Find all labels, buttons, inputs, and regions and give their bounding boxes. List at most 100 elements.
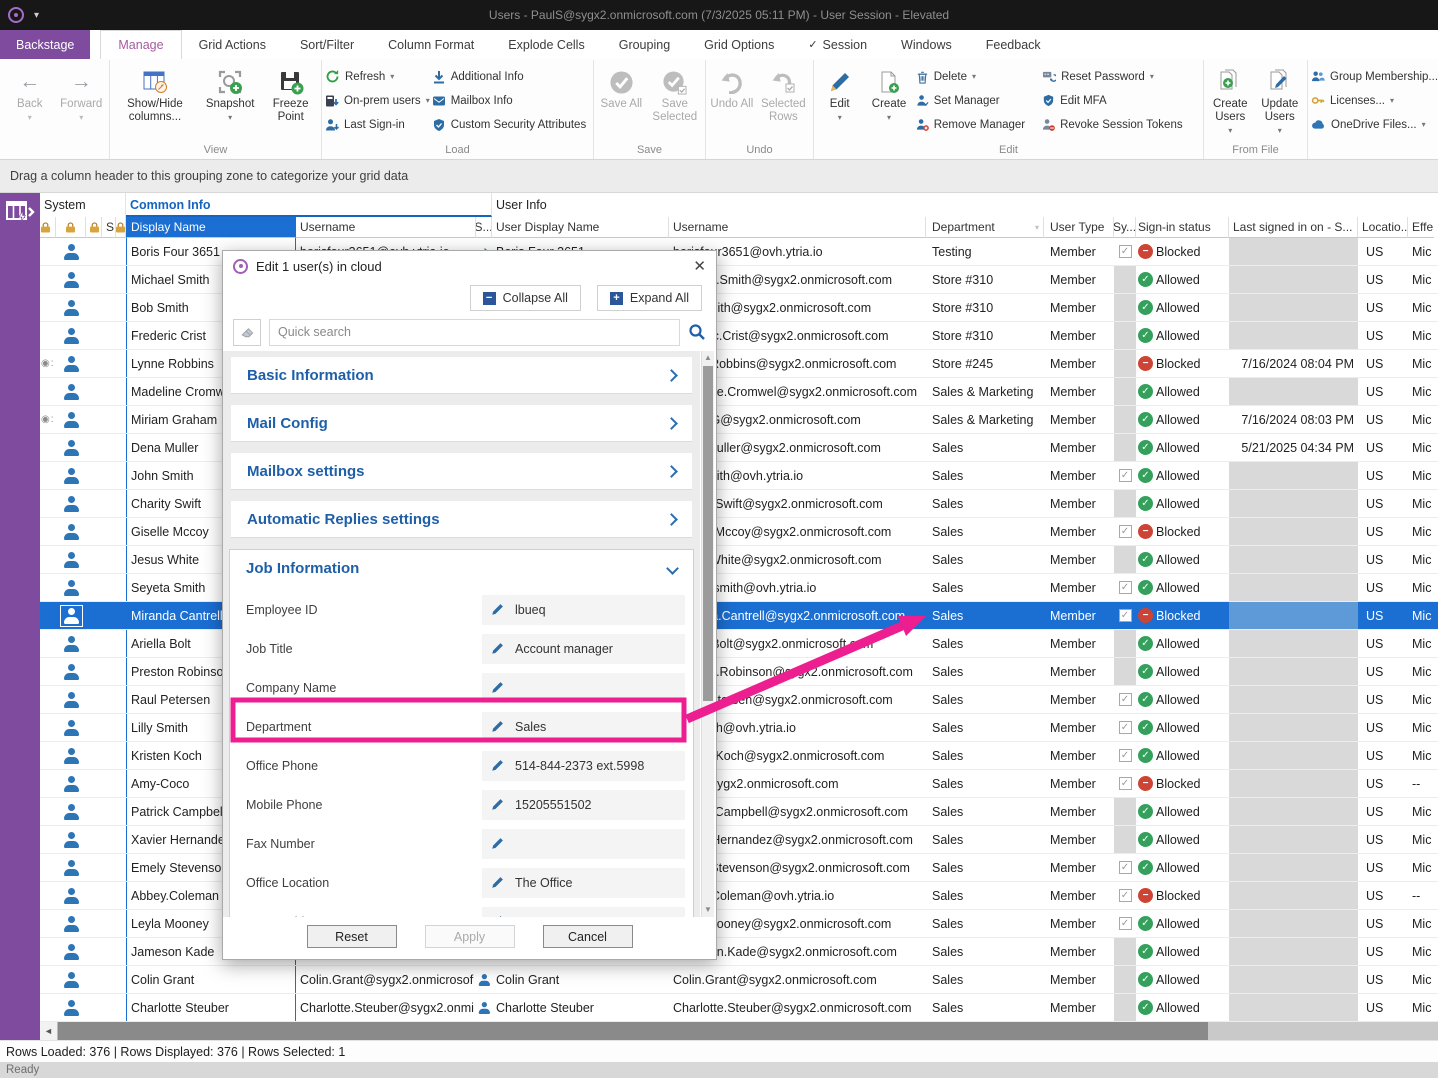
table-row[interactable]: Colin GrantColin.Grant@sygx2.onmicrosofC… — [40, 966, 1438, 994]
field-value-box[interactable]: The Office — [482, 868, 685, 898]
snapshot-button[interactable]: Snapshot ▾ — [199, 62, 261, 143]
onprem-users-button[interactable]: On-prem users ▾ — [325, 90, 430, 111]
column-header-signin-status[interactable]: Sign-in status — [1136, 217, 1229, 238]
tab-explode-cells[interactable]: Explode Cells — [491, 30, 601, 59]
update-users-button[interactable]: Update Users ▾ — [1256, 62, 1304, 143]
tab-grouping[interactable]: Grouping — [602, 30, 687, 59]
sync-checkbox[interactable]: ✓ — [1119, 777, 1132, 790]
column-header-s-truncated[interactable]: S... — [476, 217, 492, 238]
group-membership-button[interactable]: Group Membership... ▾ — [1311, 66, 1438, 87]
dialog-section-mail-config[interactable]: Mail Config — [231, 405, 692, 441]
dialog-scrollbar-thumb[interactable] — [703, 366, 713, 701]
sync-checkbox[interactable]: ✓ — [1119, 861, 1132, 874]
column-header-username2[interactable]: Username — [669, 217, 926, 238]
sync-checkbox[interactable]: ✓ — [1119, 917, 1132, 930]
mailbox-info-button[interactable]: Mailbox Info — [432, 90, 590, 111]
show-hide-columns-button[interactable]: Show/Hide columns... — [113, 62, 197, 143]
sync-checkbox[interactable]: ✓ — [1119, 721, 1132, 734]
last-signin-button[interactable]: Last Sign-in — [325, 114, 430, 135]
scroll-down-icon[interactable]: ▼ — [702, 903, 714, 917]
grouping-zone[interactable]: Drag a column header to this grouping zo… — [0, 160, 1438, 193]
back-button[interactable]: ← Back ▾ — [5, 62, 55, 143]
column-header-sync[interactable]: Sy... — [1114, 217, 1136, 238]
column-header-lock-2[interactable] — [56, 217, 86, 238]
sync-checkbox[interactable]: ✓ — [1119, 245, 1132, 258]
revoke-session-tokens-button[interactable]: Revoke Session Tokens — [1042, 114, 1200, 135]
clear-search-button[interactable] — [233, 319, 261, 346]
delete-button[interactable]: Delete ▾ — [916, 66, 1040, 87]
job-information-header[interactable]: Job Information — [230, 550, 693, 586]
column-header-s[interactable]: S — [102, 217, 116, 238]
additional-info-button[interactable]: Additional Info — [432, 66, 590, 87]
sync-checkbox[interactable]: ✓ — [1119, 581, 1132, 594]
sync-checkbox[interactable]: ✓ — [1119, 609, 1132, 622]
field-value-box[interactable]: lbueq — [482, 595, 685, 625]
quick-search-input[interactable] — [269, 319, 680, 346]
group-header-system[interactable]: System — [40, 193, 126, 217]
reset-button[interactable]: Reset — [307, 925, 397, 948]
quick-access-caret-icon[interactable]: ▾ — [34, 10, 39, 21]
undo-selected-rows-button[interactable]: Selected Rows — [757, 62, 810, 143]
sync-checkbox[interactable]: ✓ — [1119, 525, 1132, 538]
field-value-box[interactable]: Account manager — [482, 634, 685, 664]
reset-password-button[interactable]: Reset Password ▾ — [1042, 66, 1200, 87]
column-header-lock-4[interactable] — [116, 217, 126, 238]
tab-sort-filter[interactable]: Sort/Filter — [283, 30, 371, 59]
dialog-section-automatic-replies-settings[interactable]: Automatic Replies settings — [231, 501, 692, 537]
edit-button[interactable]: Edit ▾ — [817, 62, 862, 143]
undo-all-button[interactable]: Undo All — [709, 62, 755, 143]
refresh-button[interactable]: Refresh ▾ — [325, 66, 430, 87]
sync-checkbox[interactable]: ✓ — [1119, 469, 1132, 482]
tab-grid-options[interactable]: Grid Options — [687, 30, 791, 59]
onedrive-files-button[interactable]: OneDrive Files... ▾ — [1311, 114, 1438, 135]
sync-checkbox[interactable]: ✓ — [1119, 889, 1132, 902]
column-header-last-signed[interactable]: Last signed in on - S... — [1229, 217, 1358, 238]
search-icon[interactable] — [688, 323, 706, 341]
field-value-box[interactable]: Sales — [482, 712, 685, 742]
sync-checkbox[interactable]: ✓ — [1119, 693, 1132, 706]
save-all-button[interactable]: Save All — [597, 62, 646, 143]
edit-mfa-button[interactable]: Edit MFA — [1042, 90, 1200, 111]
column-header-display-name[interactable]: Display Name — [126, 217, 296, 238]
field-value-box[interactable]: 514-844-2373 ext.5998 — [482, 751, 685, 781]
tab-column-format[interactable]: Column Format — [371, 30, 491, 59]
group-header-user-info[interactable]: User Info — [492, 193, 1438, 217]
tab-backstage[interactable]: Backstage — [0, 30, 90, 59]
set-manager-button[interactable]: Set Manager — [916, 90, 1040, 111]
field-value-box[interactable]: 15205551502 — [482, 790, 685, 820]
column-header-username[interactable]: Username — [296, 217, 476, 238]
horizontal-scrollbar[interactable]: ◄ — [0, 1022, 1438, 1040]
create-users-button[interactable]: Create Users ▾ — [1207, 62, 1254, 143]
sync-checkbox[interactable]: ✓ — [1119, 749, 1132, 762]
dialog-section-mailbox-settings[interactable]: Mailbox settings — [231, 453, 692, 489]
forward-button[interactable]: → Forward ▾ — [57, 62, 107, 143]
scrollbar-thumb[interactable] — [58, 1022, 1208, 1040]
dialog-close-icon[interactable]: ✕ — [693, 257, 706, 275]
tab-session[interactable]: ✓ Session — [791, 30, 884, 59]
tab-windows[interactable]: Windows — [884, 30, 969, 59]
column-header-lock-1[interactable] — [40, 217, 56, 238]
dialog-scrollbar[interactable]: ▲ ▼ — [701, 351, 714, 917]
collapse-all-button[interactable]: − Collapse All — [470, 285, 581, 311]
column-header-lock-3[interactable] — [86, 217, 102, 238]
column-header-effective[interactable]: Effe — [1408, 217, 1434, 238]
freeze-point-button[interactable]: Freeze Point — [263, 62, 318, 143]
scroll-up-icon[interactable]: ▲ — [702, 351, 714, 365]
field-value-box[interactable] — [482, 829, 685, 859]
apply-button[interactable]: Apply — [425, 925, 515, 948]
tab-grid-actions[interactable]: Grid Actions — [182, 30, 283, 59]
save-selected-button[interactable]: Save Selected — [648, 62, 702, 143]
tab-feedback[interactable]: Feedback — [969, 30, 1058, 59]
cancel-button[interactable]: Cancel — [543, 925, 633, 948]
column-header-user-display-name[interactable]: User Display Name — [492, 217, 669, 238]
column-header-department[interactable]: Department▾ — [926, 217, 1044, 238]
dialog-section-basic-information[interactable]: Basic Information — [231, 357, 692, 393]
group-header-common-info[interactable]: Common Info — [126, 193, 492, 217]
column-header-location[interactable]: Locatio... — [1358, 217, 1408, 238]
custom-security-attributes-button[interactable]: Custom Security Attributes — [432, 114, 590, 135]
remove-manager-button[interactable]: Remove Manager — [916, 114, 1040, 135]
scroll-left-button[interactable]: ◄ — [40, 1022, 58, 1040]
field-value-box[interactable] — [482, 907, 685, 918]
column-header-user-type[interactable]: User Type — [1044, 217, 1114, 238]
field-value-box[interactable] — [482, 673, 685, 703]
